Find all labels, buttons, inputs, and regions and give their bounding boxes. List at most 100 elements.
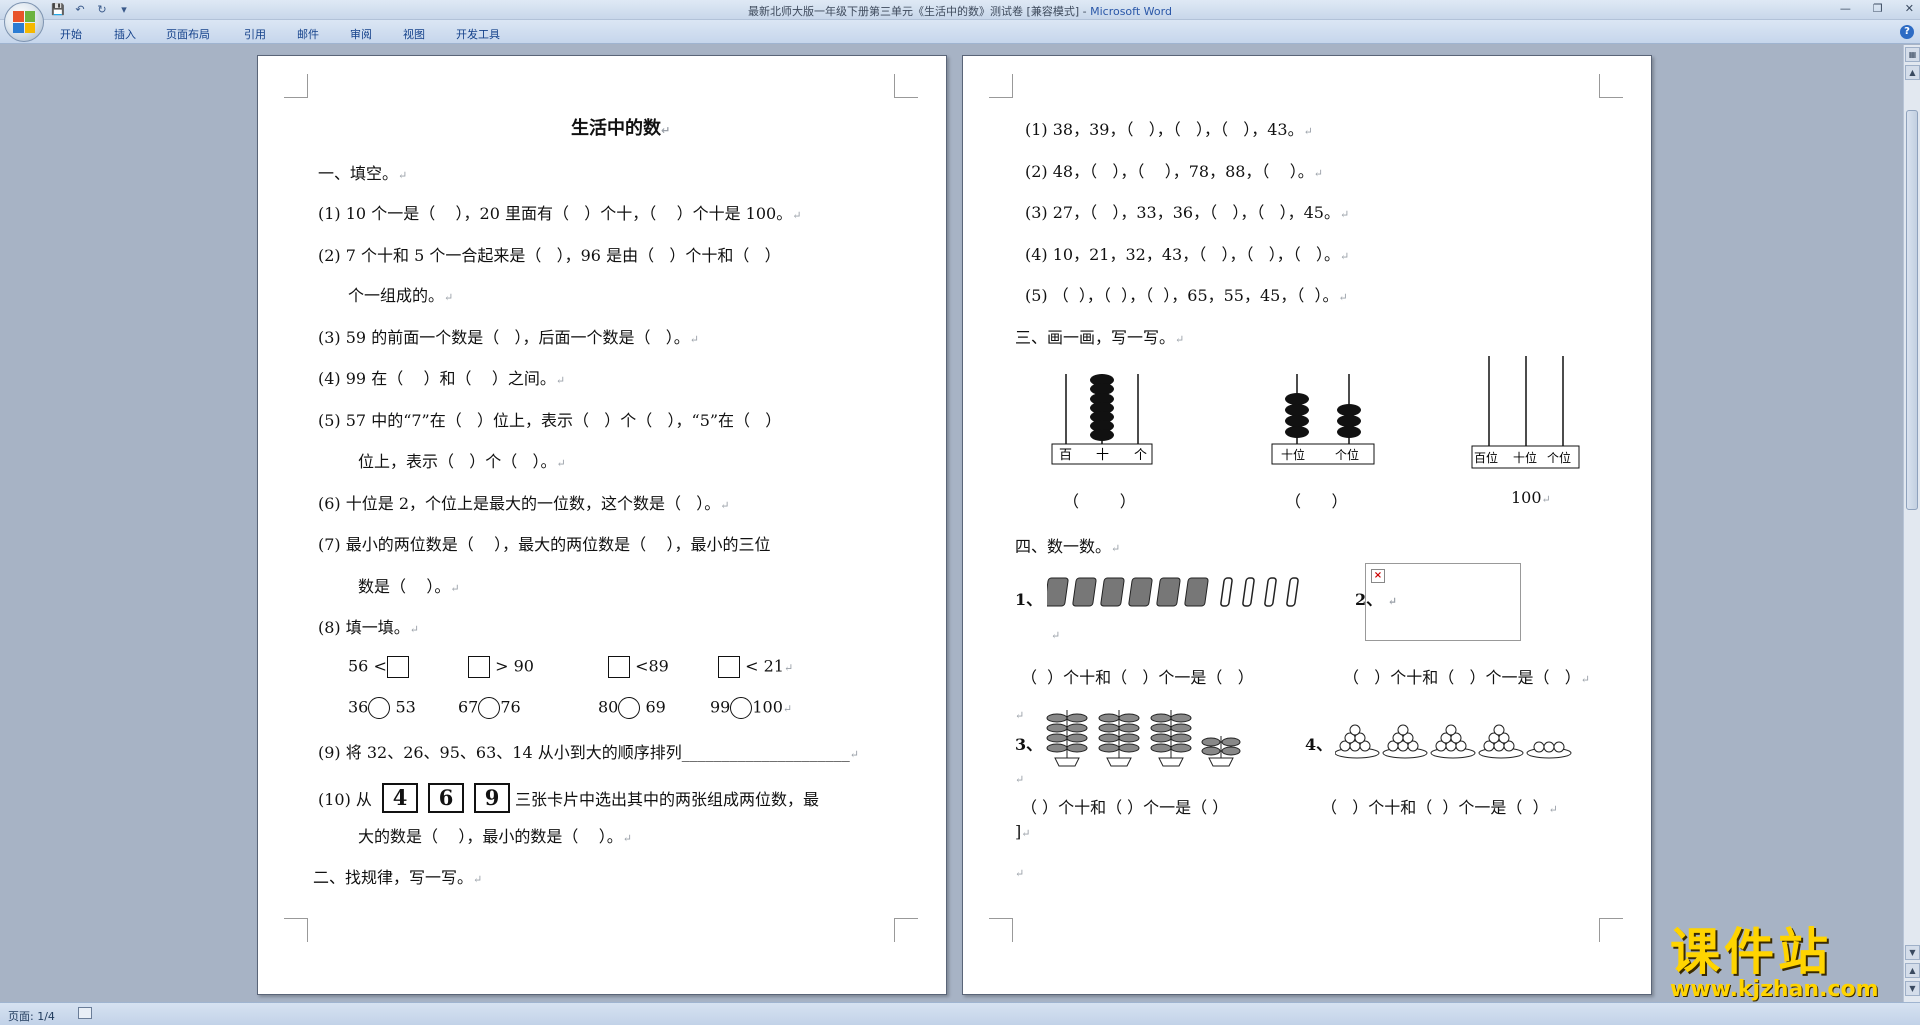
abacus-answer: （ ） <box>1285 492 1348 511</box>
abacus-label: 个位 <box>1547 450 1571 465</box>
abacus-answer: （ ） <box>1063 492 1136 511</box>
crop-mark <box>1599 918 1623 942</box>
paragraph-mark: ↵ <box>1015 773 1025 786</box>
ruler-toggle-icon[interactable]: ▦ <box>1905 47 1920 62</box>
tab-view[interactable]: 视图 <box>403 26 425 42</box>
tab-developer[interactable]: 开发工具 <box>456 26 500 42</box>
help-icon[interactable]: ? <box>1900 25 1914 39</box>
ribbon-tabs: 开始 插入 页面布局 引用 邮件 审阅 视图 开发工具 ? <box>0 20 1920 44</box>
page-count[interactable]: 页面: 1/4 <box>8 1008 55 1024</box>
answer-box <box>718 656 740 678</box>
previous-page-icon[interactable]: ▲ <box>1905 963 1920 978</box>
question-line: 位上，表示（ ）个（ ）。↵ <box>358 452 566 471</box>
paragraph-mark: ]↵ <box>1015 822 1031 841</box>
scroll-down-icon[interactable]: ▼ <box>1905 945 1920 960</box>
tab-insert[interactable]: 插入 <box>114 26 136 42</box>
office-button[interactable] <box>4 2 44 42</box>
tab-home[interactable]: 开始 <box>60 26 82 42</box>
question-line: (4) 99 在（ ）和（ ）之间。↵ <box>318 369 566 388</box>
number-card: 4 <box>382 783 419 813</box>
single-stick-icon <box>1220 577 1299 607</box>
macro-record-icon[interactable] <box>78 1007 92 1019</box>
question-line: (9) 将 32、26、95、63、14 从小到大的顺序排列__________… <box>318 743 859 762</box>
section-heading: 三、画一画，写一写。↵ <box>1015 328 1185 347</box>
answer-circle <box>730 697 753 719</box>
abacus-label: 百 <box>1059 448 1072 463</box>
plate-icon <box>1526 741 1572 759</box>
answer-box <box>608 656 630 678</box>
fruit-plates-image <box>1335 724 1572 759</box>
abacus-bead <box>1090 374 1114 441</box>
compare-item: 99 100↵ <box>710 697 792 719</box>
question-line: (6) 十位是 2，个位上是最大的一位数，这个数是（ ）。↵ <box>318 494 730 513</box>
paragraph-mark: ↵ <box>1015 867 1025 880</box>
plant-icon <box>1201 736 1241 767</box>
sequence-line: (2) 48，（ ），（ ），78，88，（ ）。↵ <box>1025 162 1323 181</box>
page-1[interactable]: 生活中的数↵ 一、填空。↵ (1) 10 个一是（ ），20 里面有（ ）个十，… <box>257 55 947 995</box>
abacus-2: 十位 个位 <box>1271 374 1375 465</box>
compare-item: > 90 <box>468 656 534 678</box>
window-title: 最新北师大版一年级下册第三单元《生活中的数》测试卷 [兼容模式] - Micro… <box>748 5 1172 18</box>
plant-icon <box>1098 710 1140 767</box>
answer-line: （ ）个十和（ ）个一是（ ） <box>1021 668 1254 687</box>
abacus-3: 百位 十位 个位 <box>1471 356 1580 469</box>
answer-circle <box>618 697 641 719</box>
answer-line: （ ）个十和（ ）个一是（ ）↵ <box>1321 798 1558 817</box>
crop-mark <box>894 74 918 98</box>
close-icon[interactable]: ✕ <box>1905 2 1914 15</box>
question-line: (3) 59 的前面一个数是（ ），后面一个数是（ ）。↵ <box>318 328 699 347</box>
question-line: 个一组成的。↵ <box>348 286 454 305</box>
sequence-line: (5) （ ），（ ），（ ），65，55，45，（ ）。↵ <box>1025 286 1348 305</box>
counting-sticks-image <box>1047 577 1299 607</box>
abacus-label: 个位 <box>1335 447 1359 462</box>
tab-references[interactable]: 引用 <box>244 26 266 42</box>
tab-review[interactable]: 审阅 <box>350 26 372 42</box>
abacus-label: 百位 <box>1474 450 1498 465</box>
number-card: 6 <box>428 783 465 813</box>
compare-item: 80 69 <box>598 697 666 719</box>
plate-icon <box>1478 724 1524 759</box>
site-watermark: 课件站 www.kjzhan.com <box>1670 925 1900 1002</box>
crop-mark <box>989 918 1013 942</box>
question-line: 数是（ ）。↵ <box>358 577 460 596</box>
question-line: (1) 10 个一是（ ），20 里面有（ ）个十，（ ）个十是 100。↵ <box>318 204 802 223</box>
answer-box <box>468 656 490 678</box>
compare-item: < 21↵ <box>718 656 793 678</box>
next-page-icon[interactable]: ▼ <box>1905 981 1920 996</box>
maximize-icon[interactable]: ❐ <box>1873 2 1883 15</box>
answer-line: （ ）个十和（ ）个一是（ ）↵ <box>1343 668 1590 687</box>
office-logo-icon <box>13 11 35 33</box>
section-heading: 一、填空。↵ <box>318 164 408 183</box>
sequence-line: (4) 10，21，32，43，（ ），（ ），（ ）。↵ <box>1025 245 1350 264</box>
tab-mailings[interactable]: 邮件 <box>297 26 319 42</box>
crop-mark <box>284 74 308 98</box>
answer-circle <box>478 697 501 719</box>
tab-page-layout[interactable]: 页面布局 <box>166 26 210 42</box>
number-card: 9 <box>474 783 511 813</box>
abacus-label: 十位 <box>1513 450 1537 465</box>
answer-line: （ ）个十和（ ）个一是（ ） <box>1021 798 1229 817</box>
abacus-label: 十位 <box>1281 447 1305 462</box>
minimize-icon[interactable]: — <box>1840 2 1851 15</box>
crop-mark <box>989 74 1013 98</box>
plate-icon <box>1382 724 1428 759</box>
compare-item: 36 53 <box>348 697 416 719</box>
potted-plants-image <box>1046 710 1241 767</box>
page-2[interactable]: (1) 38，39，（ ），（ ），（ ），43。↵ (2) 48，（ ），（ … <box>962 55 1652 995</box>
watermark-url: www.kjzhan.com <box>1670 977 1879 1002</box>
abacus-1: 百 十 个 <box>1051 374 1153 465</box>
answer-circle <box>368 697 391 719</box>
scroll-thumb[interactable] <box>1906 110 1918 510</box>
abacus-answer: 100↵ <box>1511 488 1551 507</box>
vertical-scrollbar[interactable]: ▦ ▲ ▼ ▲ ▼ <box>1903 45 1920 1002</box>
document-area[interactable]: 生活中的数↵ 一、填空。↵ (1) 10 个一是（ ），20 里面有（ ）个十，… <box>0 45 1903 1002</box>
compare-item: 56 < <box>348 656 409 678</box>
missing-image-placeholder[interactable]: × <box>1365 563 1521 641</box>
answer-box <box>386 656 409 678</box>
title-bar: 💾 ↶ ↻ ▾ 最新北师大版一年级下册第三单元《生活中的数》测试卷 [兼容模式]… <box>0 0 1920 20</box>
paragraph-mark: ↵ <box>1015 709 1025 722</box>
page-title: 生活中的数↵ <box>571 118 671 139</box>
section-heading: 二、找规律，写一写。↵ <box>313 868 483 887</box>
scroll-up-icon[interactable]: ▲ <box>1905 65 1920 80</box>
sequence-line: (1) 38，39，（ ），（ ），（ ），43。↵ <box>1025 120 1313 139</box>
